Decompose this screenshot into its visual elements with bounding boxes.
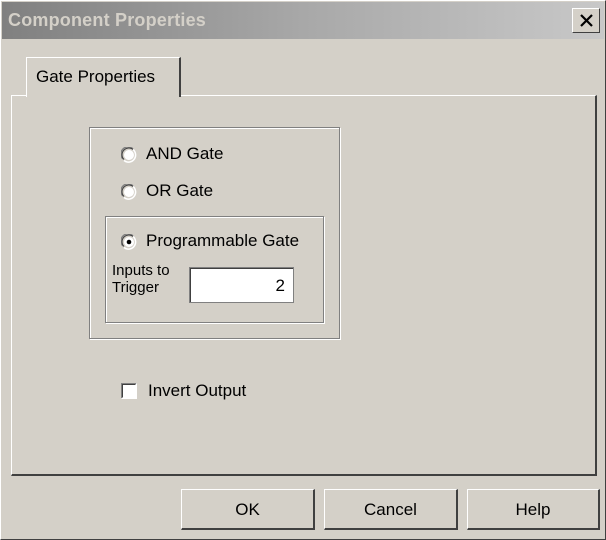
inputs-to-trigger-field[interactable] [189, 267, 294, 303]
inputs-to-trigger-label-line1: Inputs to [112, 262, 170, 279]
or-gate-label[interactable]: OR Gate [146, 181, 213, 201]
inputs-to-trigger-label: Inputs to Trigger [112, 262, 170, 296]
ok-button[interactable]: OK [181, 489, 315, 530]
and-gate-radio[interactable] [121, 147, 137, 163]
tab-gate-properties[interactable]: Gate Properties [26, 57, 181, 97]
and-gate-label[interactable]: AND Gate [146, 144, 223, 164]
tab-label: Gate Properties [36, 67, 156, 86]
invert-output-checkbox[interactable] [121, 383, 137, 399]
close-icon [580, 14, 593, 27]
close-button[interactable] [572, 8, 600, 33]
title-bar[interactable]: Component Properties [2, 2, 604, 39]
or-gate-radio[interactable] [121, 184, 137, 200]
inputs-to-trigger-label-line2: Trigger [112, 279, 159, 296]
window-title: Component Properties [8, 10, 207, 30]
invert-output-label[interactable]: Invert Output [148, 381, 246, 401]
programmable-gate-label[interactable]: Programmable Gate [146, 231, 299, 251]
help-button[interactable]: Help [467, 489, 600, 530]
programmable-gate-radio[interactable] [121, 234, 137, 250]
cancel-button[interactable]: Cancel [324, 489, 458, 530]
component-properties-dialog: Component Properties Gate Properties AND… [0, 0, 606, 540]
